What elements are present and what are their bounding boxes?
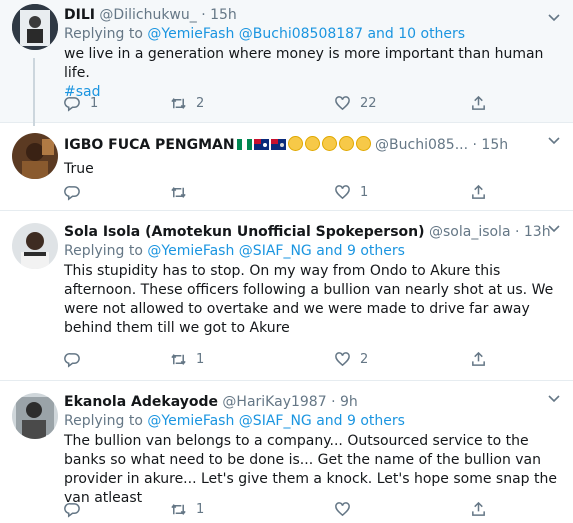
retweet-icon: [171, 354, 186, 365]
share-icon: [472, 184, 485, 199]
nigeria-flag-icon: [236, 137, 252, 150]
like-icon: [335, 502, 350, 517]
tweet-actions: 1: [64, 184, 494, 206]
grinning-face-icon: [321, 136, 337, 151]
tweet-sola-isola[interactable]: Sola Isola (Amotekun Unofficial Spokeper…: [0, 211, 573, 381]
like-button[interactable]: 2: [334, 351, 368, 368]
share-icon: [472, 95, 485, 110]
share-button[interactable]: [470, 95, 487, 112]
share-button[interactable]: [470, 184, 487, 201]
retweet-count: 1: [196, 352, 205, 367]
like-icon: [335, 352, 350, 367]
like-button[interactable]: 22: [334, 95, 377, 112]
retweet-count: 2: [196, 96, 205, 111]
tweet-igbo-fuca-pengman[interactable]: IGBO FUCA PENGMAN @Buchi085... · 15h Tru…: [0, 123, 573, 211]
tweet-time[interactable]: 13h: [524, 224, 551, 240]
like-button[interactable]: 1: [334, 184, 368, 201]
retweet-button[interactable]: 1: [170, 351, 204, 368]
like-count: 2: [360, 352, 369, 367]
tweet-text-main: we live in a generation where money is m…: [64, 46, 544, 81]
tweet-header: Sola Isola (Amotekun Unofficial Spokeper…: [64, 223, 563, 242]
tweet-actions: 1 2: [64, 351, 494, 373]
like-count: 1: [360, 185, 369, 200]
avatar[interactable]: [12, 223, 58, 269]
author-name[interactable]: Ekanola Adekayode: [64, 394, 218, 410]
tweet-time[interactable]: 15h: [481, 137, 508, 153]
avatar[interactable]: [12, 393, 58, 439]
tweet-actions: 1 2 22: [64, 95, 494, 117]
separator-dot: ·: [472, 137, 477, 153]
grinning-face-icon: [355, 136, 371, 151]
tweet-actions: 1: [64, 501, 494, 523]
tweet-time[interactable]: 15h: [210, 7, 237, 23]
reply-button[interactable]: [64, 501, 81, 518]
author-name[interactable]: DILI: [64, 7, 95, 23]
retweet-button[interactable]: 2: [170, 95, 204, 112]
avatar[interactable]: [12, 133, 58, 179]
reply-icon: [64, 353, 80, 368]
author-name[interactable]: IGBO FUCA PENGMAN: [64, 137, 235, 153]
tweet-time[interactable]: 9h: [340, 394, 358, 410]
grinning-face-icon: [287, 136, 303, 151]
reply-button[interactable]: 1: [64, 95, 98, 112]
tweet-content: Ekanola Adekayode @HariKay1987 · 9h Repl…: [64, 393, 563, 508]
share-button[interactable]: [470, 351, 487, 368]
replying-links[interactable]: @YemieFash @SIAF_NG and 9 others: [147, 243, 405, 259]
author-name[interactable]: Sola Isola (Amotekun Unofficial Spokeper…: [64, 224, 425, 240]
tweet-header: DILI @Dilichukwu_ · 15h: [64, 6, 563, 25]
author-handle[interactable]: @Dilichukwu_: [99, 7, 196, 23]
share-button[interactable]: [470, 501, 487, 518]
thread-line: [33, 58, 35, 126]
reply-button[interactable]: [64, 351, 81, 368]
separator-dot: ·: [331, 394, 336, 410]
retweet-count: 1: [196, 502, 205, 517]
reply-count: 1: [90, 96, 99, 111]
retweet-icon: [171, 187, 186, 198]
replying-to: Replying to @YemieFash @Buchi08508187 an…: [64, 25, 563, 44]
tweet-header: Ekanola Adekayode @HariKay1987 · 9h: [64, 393, 563, 412]
like-icon: [335, 96, 350, 111]
separator-dot: ·: [514, 224, 520, 240]
tweet-text: The bullion van belongs to a company... …: [64, 433, 557, 506]
tweet-content: DILI @Dilichukwu_ · 15h Replying to @Yem…: [64, 6, 563, 102]
replying-links[interactable]: @YemieFash @SIAF_NG and 9 others: [147, 413, 405, 429]
retweet-icon: [171, 504, 186, 515]
replying-prefix: Replying to: [64, 413, 143, 429]
like-button[interactable]: [334, 501, 351, 518]
reply-icon: [64, 97, 80, 112]
share-icon: [472, 351, 485, 366]
avatar[interactable]: [12, 4, 58, 50]
like-count: 22: [360, 96, 377, 111]
author-handle[interactable]: @sola_isola: [429, 224, 511, 240]
tweet-dili[interactable]: DILI @Dilichukwu_ · 15h Replying to @Yem…: [0, 0, 573, 126]
separator-dot: ·: [201, 7, 206, 23]
flag-icon: [253, 137, 269, 150]
flag-icon: [270, 137, 286, 150]
grinning-face-icon: [304, 136, 320, 151]
tweet-text: we live in a generation where money is m…: [64, 45, 563, 102]
share-icon: [472, 501, 485, 516]
author-handle[interactable]: @HariKay1987: [222, 394, 326, 410]
tweet-content: Sola Isola (Amotekun Unofficial Spokeper…: [64, 223, 563, 338]
replying-prefix: Replying to: [64, 243, 143, 259]
like-icon: [335, 185, 350, 200]
tweet-ekanola-adekayode[interactable]: Ekanola Adekayode @HariKay1987 · 9h Repl…: [0, 381, 573, 518]
grinning-face-icon: [338, 136, 354, 151]
replying-to: Replying to @YemieFash @SIAF_NG and 9 ot…: [64, 412, 563, 431]
tweet-text: True: [64, 161, 94, 177]
reply-button[interactable]: [64, 184, 81, 201]
reply-icon: [64, 186, 80, 201]
reply-icon: [64, 503, 80, 518]
author-handle[interactable]: @Buchi085...: [375, 137, 468, 153]
replying-to: Replying to @YemieFash @SIAF_NG and 9 ot…: [64, 242, 563, 261]
retweet-button[interactable]: [170, 184, 187, 201]
replying-links[interactable]: @YemieFash @Buchi08508187 and 10 others: [147, 26, 465, 42]
tweet-text: This stupidity has to stop. On my way fr…: [64, 263, 554, 336]
retweet-button[interactable]: 1: [170, 501, 204, 518]
replying-prefix: Replying to: [64, 26, 143, 42]
tweet-content: IGBO FUCA PENGMAN @Buchi085... · 15h Tru…: [64, 136, 563, 179]
tweet-header: IGBO FUCA PENGMAN @Buchi085... · 15h: [64, 136, 563, 155]
retweet-icon: [171, 98, 186, 109]
